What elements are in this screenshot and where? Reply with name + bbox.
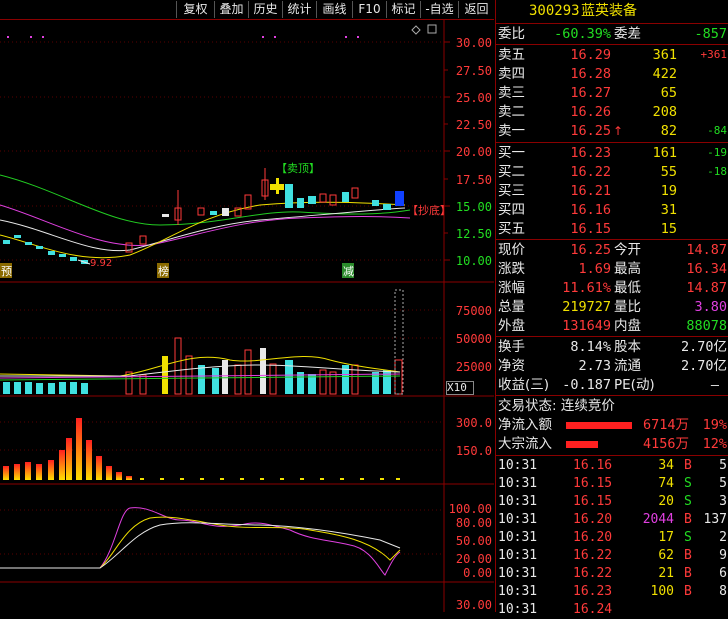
draw-line-button[interactable]: 画线: [316, 1, 352, 18]
indicator2-axis-label: 0.00: [463, 566, 492, 580]
indicator1-axis-label: 150.0: [455, 444, 492, 458]
ask-row[interactable]: 卖二 16.26 208: [496, 103, 728, 121]
statistics-button[interactable]: 统计: [282, 1, 316, 18]
f10-button[interactable]: F10: [352, 1, 386, 18]
bottom-axis-label: 30.00: [455, 598, 492, 612]
indicator2-axis-label: 20.00: [455, 552, 492, 566]
trade-status: 交易状态: 连续竞价: [498, 398, 615, 414]
indicator2-axis-label: 50.00: [455, 534, 492, 548]
tick-row: 10:31 16.15 74 S 5: [498, 476, 727, 491]
block-inflow-bar: [566, 441, 598, 448]
tick-row: 10:31 16.22 62 B 9: [498, 548, 727, 563]
bid-row[interactable]: 买一 16.23 161 -19: [496, 144, 728, 162]
volume-axis-label: 25000: [455, 360, 492, 374]
stock-name: 蓝英装备: [581, 3, 637, 19]
restore-rights-button[interactable]: 复权: [176, 1, 214, 18]
net-inflow-bar: [566, 422, 632, 429]
tick-row: 10:31 16.20 2044 B 137: [498, 512, 727, 527]
ask-row[interactable]: 卖三 16.27 65: [496, 84, 728, 102]
volume-axis-label: 75000: [455, 304, 492, 318]
ask-row[interactable]: 卖四 16.28 422: [496, 65, 728, 83]
tick-row: 10:31 16.23 100 B 8: [498, 584, 727, 599]
volume-unit-badge: X10: [446, 381, 474, 395]
watchlist-button[interactable]: -自选: [420, 1, 458, 18]
price-axis-label: 27.50: [455, 64, 492, 78]
bid-row[interactable]: 买三 16.21 19: [496, 182, 728, 200]
overlay-button[interactable]: 叠加: [214, 1, 248, 18]
price-axis-label: 30.00: [455, 36, 492, 50]
bid-row[interactable]: 买四 16.16 31: [496, 201, 728, 219]
price-axis-label: 20.00: [455, 145, 492, 159]
price-axis-label: 22.50: [455, 118, 492, 132]
indicator1-axis-label: 300.0: [455, 416, 492, 430]
indicator2-axis-label: 100.00: [448, 502, 492, 516]
price-axis-label: 17.50: [455, 173, 492, 187]
back-button[interactable]: 返回: [458, 1, 494, 18]
quote-panel: 300293 蓝英装备 委比 -60.39% 委差 -857 卖五 16.29 …: [495, 0, 728, 617]
net-inflow-row: 净流入额 6714万 19%: [498, 417, 727, 433]
indicator2-axis-label: 80.00: [455, 516, 492, 530]
price-axis-label: 15.00: [455, 200, 492, 214]
tick-row: 10:31 16.22 21 B 6: [498, 566, 727, 581]
tick-row: 10:31 16.24: [498, 602, 613, 617]
price-axis-label: 10.00: [455, 254, 492, 268]
weibi-row: 委比 -60.39% 委差 -857: [498, 26, 727, 42]
mark-button[interactable]: 标记: [386, 1, 420, 18]
tick-row: 10:31 16.15 20 S 3: [498, 494, 727, 509]
price-axis-label: 12.50: [455, 227, 492, 241]
ask-row[interactable]: 卖一 16.25 ↑ 82 -84: [496, 122, 728, 140]
tick-row: 10:31 16.20 17 S 2: [498, 530, 727, 545]
chart-axis: 30.00 27.50 25.00 22.50 20.00 17.50 15.0…: [0, 20, 494, 612]
price-axis-label: 25.00: [455, 91, 492, 105]
chart-toolbar: 复权 叠加 历史 统计 画线 F10 标记 -自选 返回: [0, 0, 494, 20]
bid-row[interactable]: 买五 16.15 15: [496, 220, 728, 238]
up-arrow-icon: ↑: [613, 124, 624, 138]
volume-axis-label: 50000: [455, 332, 492, 346]
block-inflow-row: 大宗流入 4156万 12%: [498, 436, 727, 452]
tick-row: 10:31 16.16 34 B 5: [498, 458, 727, 473]
stock-code: 300293: [529, 3, 580, 19]
history-button[interactable]: 历史: [248, 1, 282, 18]
ask-row[interactable]: 卖五 16.29 361 +361: [496, 46, 728, 64]
bid-row[interactable]: 买二 16.22 55 -18: [496, 163, 728, 181]
stock-header: 300293 蓝英装备: [496, 2, 728, 20]
